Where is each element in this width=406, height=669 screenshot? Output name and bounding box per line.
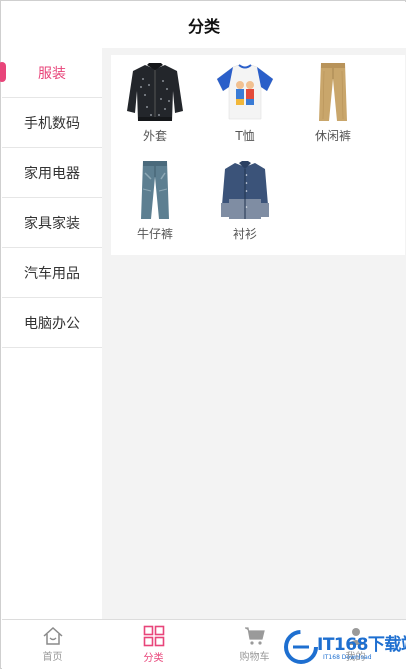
app-frame: 分类 服装 手机数码 家用电器 家具家装 汽车用品 电脑办公 外套 T恤 休闲裤… [0,0,406,669]
subcategory-item-shirt[interactable]: 衬衫 [205,159,285,254]
tab-label: 首页 [42,652,63,663]
subcategory-grid: 外套 T恤 休闲裤 牛仔裤 衬衫 [111,55,405,255]
subcategory-item-jacket[interactable]: 外套 [115,61,195,156]
sidebar-item-label: 汽车用品 [24,265,80,282]
tab-home[interactable]: 首页 [2,620,103,669]
category-sidebar: 服装 手机数码 家用电器 家具家装 汽车用品 电脑办公 [0,48,102,619]
tab-cart[interactable]: 购物车 [204,620,305,669]
jacket-image [127,63,183,121]
subcategory-item-jeans[interactable]: 牛仔裤 [115,159,195,254]
bottom-tab-bar: 首页 分类 购物车 我的 [2,619,406,669]
sidebar-item-clothing[interactable]: 服装 [0,48,102,98]
sidebar-item-label: 服装 [38,65,66,82]
subcategory-label: T恤 [235,129,255,143]
tab-label: 分类 [143,653,164,664]
subcategory-label: 休闲裤 [314,129,351,143]
sidebar-item-label: 家具家装 [24,215,80,232]
content-area: 服装 手机数码 家用电器 家具家装 汽车用品 电脑办公 外套 T恤 休闲裤 牛仔… [0,48,406,619]
tshirt-image [216,64,274,120]
sidebar-item-furniture[interactable]: 家具家装 [2,198,102,248]
sidebar-item-computer-office[interactable]: 电脑办公 [2,298,102,348]
sidebar-item-label: 家用电器 [24,165,80,182]
jeans-image [141,161,169,219]
tab-label: 购物车 [239,652,270,663]
subcategory-label: 牛仔裤 [136,227,173,241]
subcategory-item-tshirt[interactable]: T恤 [205,61,285,156]
chinos-image [319,63,347,121]
sidebar-item-label: 电脑办公 [24,315,80,332]
top-bar: 分类 [2,2,406,48]
sidebar-item-label: 手机数码 [24,115,80,132]
subcategory-item-chinos[interactable]: 休闲裤 [293,61,373,156]
cart-icon [244,627,265,645]
home-icon [43,626,62,645]
page-title: 分类 [187,17,220,36]
sidebar-item-home-appliances[interactable]: 家用电器 [2,148,102,198]
sidebar-item-phones-digital[interactable]: 手机数码 [2,98,102,148]
tab-category[interactable]: 分类 [103,620,204,669]
tab-profile[interactable]: 我的 [305,620,406,669]
subcategory-label: 外套 [142,129,167,143]
tab-label: 我的 [345,652,366,663]
user-icon [347,628,364,645]
sidebar-item-car-supplies[interactable]: 汽车用品 [2,248,102,298]
subcategory-label: 衬衫 [232,227,257,241]
shirt-image [221,161,269,219]
category-grid-icon [143,625,164,647]
